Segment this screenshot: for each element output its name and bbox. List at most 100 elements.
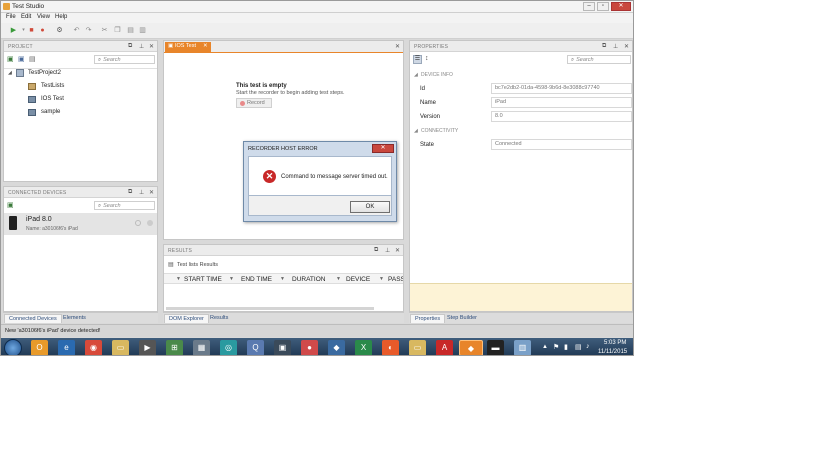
network-tool-icon[interactable]: ⊞ xyxy=(166,340,183,355)
close-panel-icon[interactable]: ✕ xyxy=(395,247,400,254)
tree-item-ios-test[interactable]: IOS Test xyxy=(41,96,64,102)
copy-icon[interactable]: ❐ xyxy=(114,27,121,34)
col-duration[interactable]: DURATION xyxy=(292,274,325,285)
undo-icon[interactable]: ↶ xyxy=(73,27,80,34)
section-collapse-icon[interactable]: ◢ xyxy=(414,128,418,134)
remote-desktop-icon[interactable]: ▦ xyxy=(193,340,210,355)
paste-icon[interactable]: ▤ xyxy=(127,27,134,34)
prop-value-id[interactable]: bc7e2db2-01da-4598-9b6d-8e3088c97740 xyxy=(491,83,632,94)
sort-alpha-icon[interactable]: ↕ xyxy=(425,55,429,62)
menu-edit[interactable]: Edit xyxy=(21,14,31,20)
float-icon[interactable]: ⧉ xyxy=(128,189,132,196)
add-item-icon[interactable]: ▣ xyxy=(18,55,25,63)
properties-search-input[interactable]: ⌕ Search xyxy=(567,55,631,64)
close-panel-icon[interactable]: ✕ xyxy=(149,43,154,50)
volume-icon[interactable]: ♪ xyxy=(586,343,590,350)
device-status-icon[interactable] xyxy=(135,220,141,226)
col-device[interactable]: DEVICE xyxy=(346,274,370,285)
dialog-close-button[interactable]: ✕ xyxy=(372,144,394,153)
action-center-icon[interactable]: ⚑ xyxy=(553,343,559,351)
pin-icon[interactable]: ⊥ xyxy=(385,247,390,254)
minimize-button[interactable]: – xyxy=(583,2,595,11)
add-project-icon[interactable]: ▣ xyxy=(7,55,14,63)
tree-item-testlists[interactable]: TestLists xyxy=(41,83,64,89)
pin-icon[interactable]: ⊥ xyxy=(613,43,618,50)
delete-icon[interactable]: ▥ xyxy=(139,27,146,34)
cut-icon[interactable]: ✂ xyxy=(101,27,108,34)
redo-icon[interactable]: ↷ xyxy=(85,27,92,34)
tree-root-label[interactable]: TestProject2 xyxy=(28,70,61,76)
devices-search-input[interactable]: ⌕ Search xyxy=(94,201,155,210)
media-player-icon[interactable]: ▶ xyxy=(139,340,156,355)
close-tab-icon[interactable]: ✕ xyxy=(203,42,208,51)
clock-time[interactable]: 5:03 PM xyxy=(604,340,626,346)
folder-icon[interactable]: ▭ xyxy=(409,340,426,355)
col-pass[interactable]: PASS xyxy=(388,274,403,285)
run-icon[interactable]: ▶ xyxy=(10,27,17,34)
float-icon[interactable]: ⧉ xyxy=(128,43,132,50)
internet-explorer-icon[interactable]: e xyxy=(58,340,75,355)
window-manager-icon[interactable]: ▥ xyxy=(514,340,531,355)
device-settings-icon[interactable] xyxy=(147,220,153,226)
sort-icon[interactable]: ▼ xyxy=(336,274,341,285)
close-window-button[interactable]: ✕ xyxy=(611,2,631,11)
float-icon[interactable]: ⧉ xyxy=(602,43,606,50)
col-start-time[interactable]: START TIME xyxy=(184,274,222,285)
prop-value-state[interactable]: Connected xyxy=(491,139,632,150)
chrome-icon[interactable]: ◉ xyxy=(85,340,102,355)
menu-file[interactable]: File xyxy=(6,14,16,20)
file-explorer-icon[interactable]: ▭ xyxy=(112,340,129,355)
outlook-icon[interactable]: O xyxy=(31,340,48,355)
pin-icon[interactable]: ⊥ xyxy=(139,43,144,50)
settings-icon[interactable]: ⚙ xyxy=(56,27,63,34)
firefox-icon[interactable]: ◐ xyxy=(382,340,399,355)
filter-icon[interactable]: ▤ xyxy=(29,55,36,63)
prop-value-version[interactable]: 8.0 xyxy=(491,111,632,122)
tab-elements[interactable]: Elements xyxy=(59,314,90,323)
tree-item-sample[interactable]: sample xyxy=(41,109,60,115)
record-button[interactable]: Record xyxy=(236,98,272,108)
tab-ios-test[interactable]: ▣ IOS Test ✕ xyxy=(165,42,211,52)
editor-icon[interactable]: ▣ xyxy=(274,340,291,355)
ok-button[interactable]: OK xyxy=(350,201,390,213)
stop-icon[interactable]: ■ xyxy=(28,27,35,34)
tab-dom-explorer[interactable]: DOM Explorer xyxy=(164,314,209,323)
paint-icon[interactable]: ● xyxy=(301,340,318,355)
vpn-icon[interactable]: ◎ xyxy=(220,340,237,355)
menu-view[interactable]: View xyxy=(37,14,50,20)
postgres-icon[interactable]: ◆ xyxy=(328,340,345,355)
show-hidden-icons[interactable]: ▲ xyxy=(542,344,548,350)
sort-icon[interactable]: ▼ xyxy=(176,274,181,285)
console-icon[interactable]: ▬ xyxy=(487,340,504,355)
excel-icon[interactable]: X xyxy=(355,340,372,355)
categorized-view-icon[interactable]: ☰ xyxy=(413,55,422,64)
prop-value-name[interactable]: iPad xyxy=(491,97,632,108)
sort-icon[interactable]: ▼ xyxy=(379,274,384,285)
start-button-icon[interactable] xyxy=(4,339,22,355)
maximize-button[interactable]: ▫ xyxy=(597,2,609,11)
add-device-icon[interactable]: ▣ xyxy=(7,201,14,209)
network-icon[interactable]: ▤ xyxy=(575,343,582,351)
section-collapse-icon[interactable]: ◢ xyxy=(414,72,418,78)
tab-connected-devices[interactable]: Connected Devices xyxy=(4,314,62,323)
float-icon[interactable]: ⧉ xyxy=(374,247,378,254)
acrobat-icon[interactable]: A xyxy=(436,340,453,355)
clock-date[interactable]: 11/11/2015 xyxy=(598,349,627,355)
horizontal-scrollbar[interactable] xyxy=(166,307,374,310)
tab-properties[interactable]: Properties xyxy=(410,314,446,323)
pin-icon[interactable]: ⊥ xyxy=(139,189,144,196)
tab-results[interactable]: Results xyxy=(206,314,232,323)
device-row[interactable]: iPad 8.0 Name: a30106f6's iPad xyxy=(4,213,157,235)
col-end-time[interactable]: END TIME xyxy=(241,274,272,285)
test-tool-icon[interactable]: Q xyxy=(247,340,264,355)
sort-icon[interactable]: ▼ xyxy=(229,274,234,285)
close-editor-icon[interactable]: ✕ xyxy=(395,43,400,50)
run-dropdown-icon[interactable]: ▾ xyxy=(20,27,27,34)
close-panel-icon[interactable]: ✕ xyxy=(149,189,154,196)
close-panel-icon[interactable]: ✕ xyxy=(624,43,629,50)
tree-expand-icon[interactable]: ◢ xyxy=(8,70,12,76)
tab-step-builder[interactable]: Step Builder xyxy=(443,314,481,323)
test-studio-taskbar-icon[interactable]: ◆ xyxy=(459,340,483,355)
battery-icon[interactable]: ▮ xyxy=(564,343,568,351)
project-search-input[interactable]: ⌕ Search xyxy=(94,55,155,64)
